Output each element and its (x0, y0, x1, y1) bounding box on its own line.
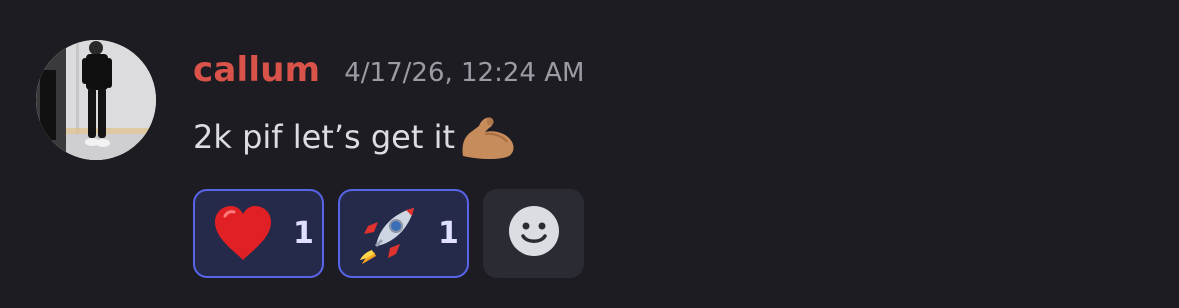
add-reaction-button[interactable] (483, 189, 584, 278)
avatar[interactable] (36, 40, 156, 160)
message-header: callum 4/17/26, 12:24 AM (193, 50, 1159, 102)
avatar-photo-icon (36, 40, 156, 160)
reactions-bar: 1 1 (193, 189, 584, 278)
username[interactable]: callum (193, 50, 320, 90)
rocket-icon (356, 202, 420, 266)
timestamp: 4/17/26, 12:24 AM (344, 58, 585, 88)
chat-message: callum 4/17/26, 12:24 AM 2k pif let’s ge… (0, 0, 1179, 308)
reaction-rocket[interactable]: 1 (338, 189, 469, 278)
reaction-count: 1 (293, 216, 314, 251)
message-text: 2k pif let’s get it (193, 118, 455, 156)
reaction-count: 1 (438, 216, 459, 251)
add-reaction-smiley-icon (508, 205, 560, 262)
message-body: 2k pif let’s get it (193, 112, 1159, 162)
red-heart-icon (211, 202, 275, 266)
flexed-biceps-icon (457, 112, 519, 162)
message-content: callum 4/17/26, 12:24 AM 2k pif let’s ge… (193, 50, 1159, 162)
reaction-heart[interactable]: 1 (193, 189, 324, 278)
